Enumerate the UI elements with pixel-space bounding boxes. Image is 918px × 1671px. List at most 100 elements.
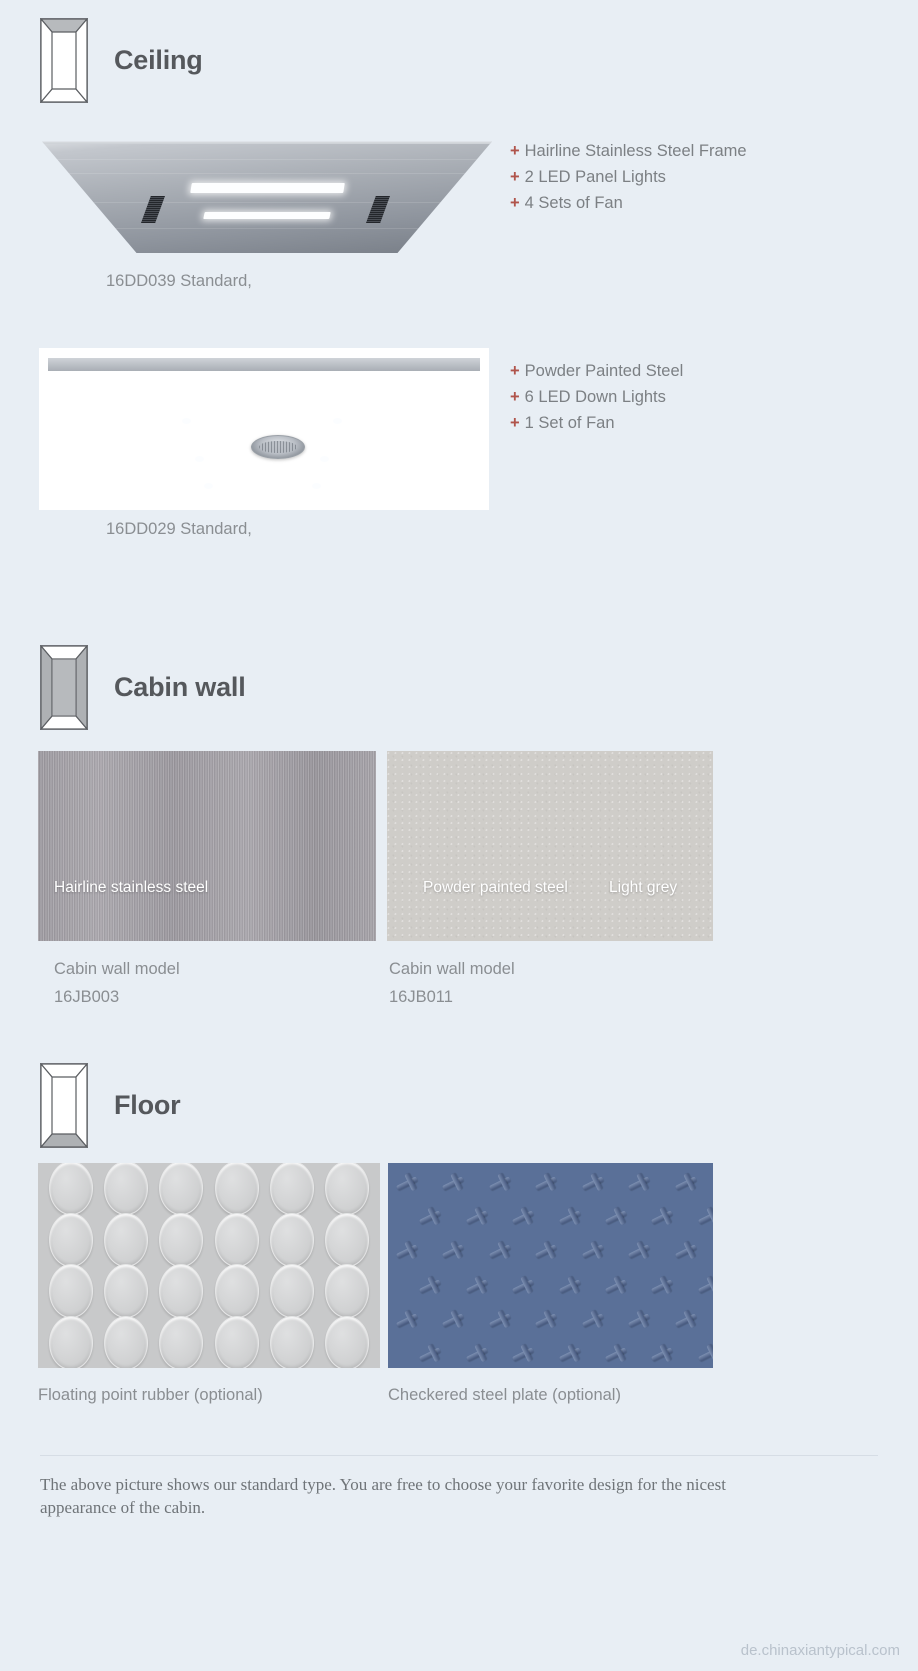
checker-plate-mark: [419, 1343, 445, 1366]
footer-note: The above picture shows our standard typ…: [40, 1475, 726, 1517]
checker-plate-mark: [604, 1206, 631, 1229]
fan-vent-icon: [365, 195, 390, 223]
rubber-stud: [269, 1212, 314, 1267]
rubber-stud: [324, 1264, 369, 1319]
feature-label: 6 LED Down Lights: [524, 388, 666, 406]
rubber-stud: [104, 1316, 149, 1368]
feature-item: +4 Sets of Fan: [510, 190, 747, 216]
ceiling-image-16dd039: [42, 138, 492, 253]
checker-plate-mark: [419, 1206, 445, 1229]
cabin-wall-icon: [40, 645, 88, 730]
led-panel-light: [189, 182, 345, 194]
checker-plate-mark: [535, 1241, 561, 1263]
section-header-ceiling: Ceiling: [40, 18, 203, 103]
checker-plate-mark: [558, 1206, 585, 1229]
checker-plate-mark: [396, 1241, 422, 1263]
rubber-stud: [269, 1264, 314, 1319]
wall-caption-16jb003-line2: 16JB003: [54, 988, 120, 1006]
checker-plate-mark: [512, 1343, 538, 1366]
checker-plate-mark: [488, 1172, 515, 1195]
rubber-stud: [159, 1316, 204, 1368]
site-watermark: de.chinaxiantypical.com: [740, 1642, 900, 1659]
section-header-cabin-wall: Cabin wall: [40, 645, 246, 730]
checker-plate-mark: [697, 1343, 713, 1366]
checker-plate-mark: [442, 1241, 468, 1263]
checker-plate-mark: [558, 1275, 585, 1298]
checker-plate-mark: [396, 1309, 422, 1332]
feature-label: Powder Painted Steel: [524, 362, 684, 380]
ceiling-caption-16dd029: 16DD029 Standard,: [106, 520, 252, 538]
checker-plate-mark: [488, 1241, 515, 1263]
rubber-stud: [49, 1264, 94, 1319]
checker-plate-mark: [604, 1343, 631, 1366]
rubber-stud: [214, 1212, 259, 1267]
wall-caption-16jb003-line1: Cabin wall model: [54, 960, 180, 978]
floor-swatch-floating-point-rubber[interactable]: [38, 1163, 380, 1368]
rubber-stud: [104, 1212, 149, 1267]
checker-plate-mark: [628, 1241, 654, 1263]
rubber-stud: [49, 1316, 94, 1368]
checker-plate-mark: [442, 1172, 468, 1195]
checker-plate-mark: [697, 1275, 713, 1298]
rubber-stud: [49, 1212, 94, 1267]
fan-vent-icon: [140, 195, 165, 223]
ceiling-features-16dd039: + Hairline Stainless Steel Frame +2 LED P…: [510, 138, 747, 216]
checker-plate-mark: [674, 1241, 701, 1263]
plus-icon: +: [510, 362, 520, 380]
rubber-stud: [269, 1163, 314, 1215]
plus-icon: +: [510, 194, 520, 212]
rubber-stud: [324, 1163, 369, 1215]
section-title-ceiling: Ceiling: [114, 45, 203, 75]
footer-divider: [40, 1455, 878, 1456]
checker-plate-mark: [442, 1309, 468, 1332]
checker-plate-mark: [674, 1309, 701, 1332]
checker-plate-mark: [628, 1172, 654, 1195]
rubber-stud: [159, 1264, 204, 1319]
plus-icon: +: [510, 414, 520, 432]
rubber-stud: [269, 1316, 314, 1368]
checker-plate-mark: [581, 1309, 608, 1332]
floor-swatch-checkered-steel-plate[interactable]: [388, 1163, 713, 1368]
rubber-stud: [49, 1163, 94, 1215]
floor-caption-rubber: Floating point rubber (optional): [38, 1386, 263, 1404]
checker-plate-mark: [488, 1309, 515, 1332]
checker-plate-mark: [465, 1343, 492, 1366]
feature-label: 4 Sets of Fan: [524, 194, 623, 212]
feature-item: +2 LED Panel Lights: [510, 164, 747, 190]
floor-caption-checkered: Checkered steel plate (optional): [388, 1386, 621, 1404]
feature-item: +1 Set of Fan: [510, 410, 683, 436]
wall-swatch-hairline-stainless-steel[interactable]: Hairline stainless steel: [38, 751, 376, 941]
section-title-cabin-wall: Cabin wall: [114, 672, 246, 702]
checker-plate-mark: [628, 1309, 654, 1332]
ceiling-fan-icon: [251, 435, 306, 460]
checker-plate-mark: [535, 1172, 561, 1195]
wall-caption-16jb011-line1: Cabin wall model: [389, 960, 515, 978]
wall-swatch-label: Hairline stainless steel: [54, 879, 209, 896]
checker-plate-mark: [651, 1206, 677, 1229]
plus-icon: +: [510, 168, 520, 186]
checker-plate-mark: [674, 1172, 701, 1195]
rubber-stud: [324, 1316, 369, 1368]
rubber-stud: [214, 1264, 259, 1319]
ceiling-features-16dd029: + Powder Painted Steel +6 LED Down Lights…: [510, 358, 683, 436]
rubber-stud: [214, 1316, 259, 1368]
feature-item: + Powder Painted Steel: [510, 358, 683, 384]
feature-label: 2 LED Panel Lights: [524, 168, 666, 186]
rubber-stud: [324, 1212, 369, 1267]
feature-item: +6 LED Down Lights: [510, 384, 683, 410]
checker-plate-mark: [535, 1309, 561, 1332]
wall-caption-16jb011-line2: 16JB011: [389, 988, 453, 1006]
ceiling-caption-16dd039: 16DD039 Standard,: [106, 272, 252, 290]
plus-icon: +: [510, 388, 520, 406]
checker-plate-mark: [465, 1206, 492, 1229]
checker-plate-mark: [581, 1241, 608, 1263]
checker-plate-mark: [465, 1275, 492, 1298]
feature-item: + Hairline Stainless Steel Frame: [510, 138, 747, 164]
checker-plate-mark: [512, 1206, 538, 1229]
rubber-stud: [159, 1163, 204, 1215]
rubber-stud: [214, 1163, 259, 1215]
wall-swatch-powder-painted-steel[interactable]: Powder painted steel Light grey: [387, 751, 713, 941]
checker-plate-mark: [581, 1172, 608, 1195]
section-header-floor: Floor: [40, 1063, 181, 1148]
rubber-stud: [104, 1163, 149, 1215]
